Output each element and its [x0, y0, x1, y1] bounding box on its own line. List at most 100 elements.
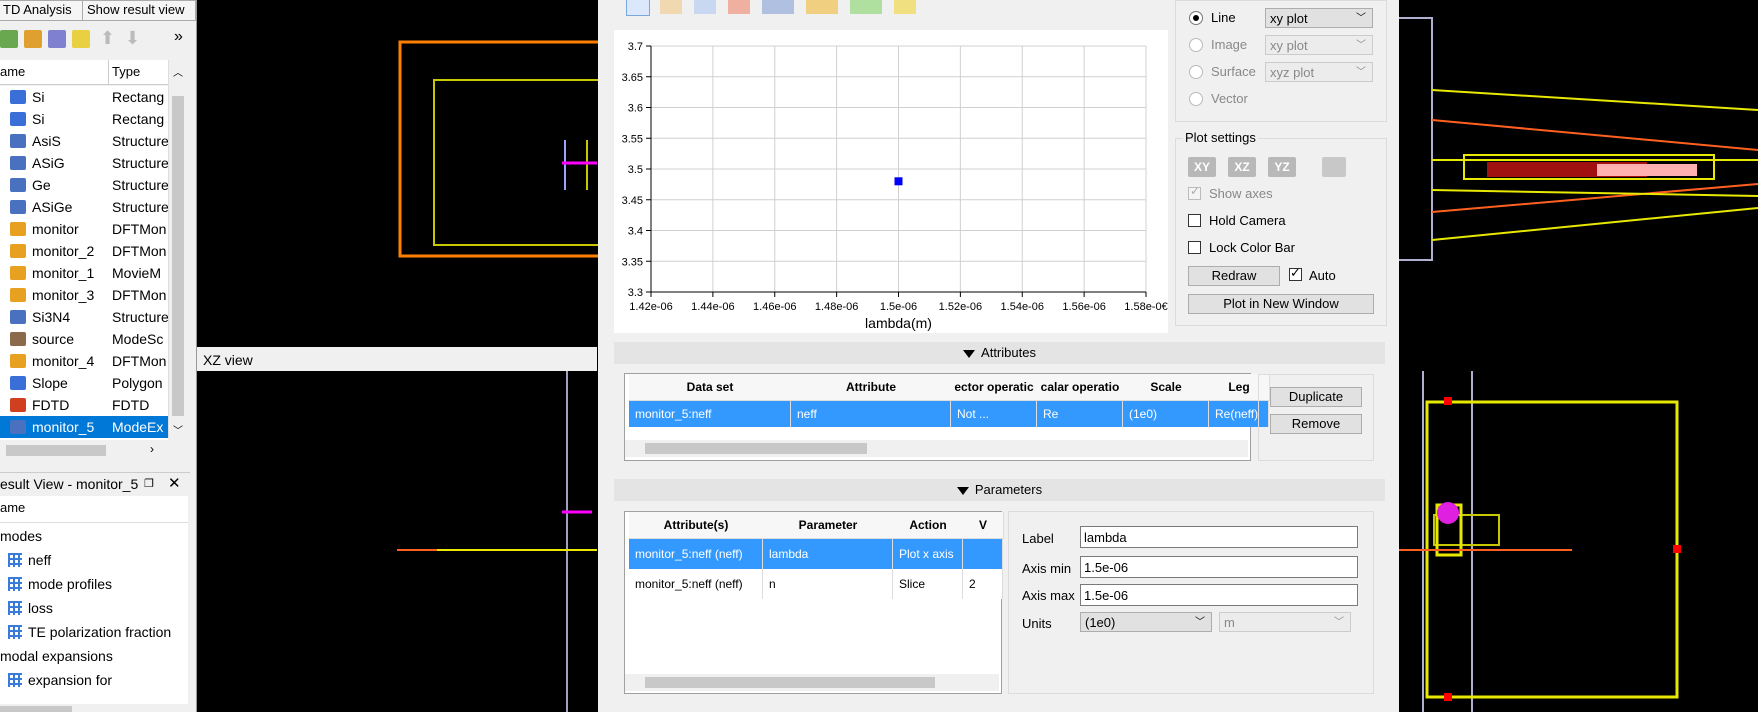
- add-monitor-icon[interactable]: [24, 30, 42, 48]
- attributes-column-header[interactable]: calar operatio: [1037, 374, 1124, 401]
- move-up-icon[interactable]: ⬆: [100, 28, 115, 49]
- attributes-column-header[interactable]: Data set: [629, 374, 792, 401]
- column-name-header[interactable]: ame: [0, 64, 25, 79]
- hold-camera-checkbox[interactable]: [1188, 214, 1201, 227]
- objects-grid-header: ame Type: [0, 60, 168, 85]
- object-row-monitor_2[interactable]: monitor_2 DFTMon: [0, 240, 168, 262]
- plot-type-combo[interactable]: xy plot ﹀: [1265, 35, 1373, 55]
- result-tree-item[interactable]: modes: [0, 524, 188, 548]
- attributes-table[interactable]: Data set Attribute ector operatic calar ope…: [624, 373, 1270, 461]
- export-png-icon[interactable]: [762, 0, 794, 14]
- object-row-monitor_4[interactable]: monitor_4 DFTMon: [0, 350, 168, 372]
- parameters-column-header[interactable]: V: [963, 512, 1004, 539]
- result-tree-item[interactable]: mode profiles: [0, 572, 188, 596]
- plot-area[interactable]: 1.42e-06 1.44e-06 1.46e-06 1.48e-06 1.5e-06 1…: [614, 30, 1168, 333]
- plot-type-radio-surface[interactable]: [1189, 65, 1203, 79]
- result-tree-item[interactable]: neff: [0, 548, 188, 572]
- object-row-Si[interactable]: Si Rectang: [0, 108, 168, 130]
- result-tree-item[interactable]: expansion for: [0, 668, 188, 692]
- add-structure-icon[interactable]: [0, 30, 18, 48]
- object-row-source[interactable]: source ModeSc: [0, 328, 168, 350]
- object-row-monitor_3[interactable]: monitor_3 DFTMon: [0, 284, 168, 306]
- object-name: AsiS: [32, 133, 61, 149]
- edit-pencil-icon[interactable]: [894, 0, 916, 14]
- object-row-monitor_1[interactable]: monitor_1 MovieM: [0, 262, 168, 284]
- attributes-column-header[interactable]: Scale: [1123, 374, 1210, 401]
- objects-horizontal-scrollbar[interactable]: ›: [0, 442, 168, 459]
- lock-color-bar-checkbox[interactable]: [1188, 241, 1201, 254]
- result-tree-item[interactable]: TE polarization fraction: [0, 620, 188, 644]
- result-tree-item[interactable]: loss: [0, 596, 188, 620]
- plot-in-new-window-button[interactable]: Plot in New Window: [1188, 294, 1374, 314]
- parameters-column-header[interactable]: Attribute(s): [629, 512, 764, 539]
- toolbar-more-icon[interactable]: »: [174, 28, 183, 46]
- select-icon[interactable]: [694, 0, 716, 14]
- scroll-thumb[interactable]: [172, 96, 184, 416]
- view-xz-button[interactable]: XZ: [1228, 157, 1256, 177]
- view-yz-button[interactable]: YZ: [1268, 157, 1296, 177]
- object-row-ASiG[interactable]: ASiG Structure: [0, 152, 168, 174]
- auto-checkbox[interactable]: ✓: [1289, 265, 1302, 281]
- scroll-down-icon[interactable]: ﹀: [173, 422, 183, 437]
- show-axes-checkbox[interactable]: ✓: [1188, 184, 1201, 200]
- plot-type-combo[interactable]: xyz plot ﹀: [1265, 62, 1373, 82]
- tab-show-result-view[interactable]: Show result view: [82, 0, 196, 21]
- parameters-column-header[interactable]: Parameter: [763, 512, 894, 539]
- object-row-Si3N4[interactable]: Si3N4 Structure: [0, 306, 168, 328]
- add-mesh-icon[interactable]: [48, 30, 66, 48]
- attributes-column-header[interactable]: Attribute: [791, 374, 952, 401]
- object-row-ASiGe[interactable]: ASiGe Structure: [0, 196, 168, 218]
- parameters-table[interactable]: Attribute(s) Parameter Action Vmonitor_5:ne…: [624, 511, 1004, 694]
- remove-button[interactable]: Remove: [1270, 414, 1362, 434]
- zoom-extents-icon[interactable]: [728, 0, 750, 14]
- pan-icon[interactable]: [660, 0, 682, 14]
- plot-type-radio-line[interactable]: [1189, 11, 1203, 25]
- plot-type-radio-vector[interactable]: [1189, 92, 1203, 106]
- result-tree-header[interactable]: ame: [0, 500, 25, 515]
- marker-tool-icon[interactable]: [806, 0, 838, 14]
- attributes-horizontal-scrollbar[interactable]: [625, 440, 1248, 457]
- units-scale-combo[interactable]: (1e0) ﹀: [1080, 612, 1212, 632]
- scroll-right-icon[interactable]: ›: [150, 442, 154, 456]
- move-down-icon[interactable]: ⬇: [125, 28, 140, 49]
- view-xy-button[interactable]: XY: [1188, 157, 1216, 177]
- units-unit-combo[interactable]: m ﹀: [1219, 612, 1351, 632]
- object-row-AsiS[interactable]: AsiS Structure: [0, 130, 168, 152]
- object-row-Ge[interactable]: Ge Structure: [0, 174, 168, 196]
- collapse-triangle-icon: [956, 486, 969, 495]
- axis-max-input[interactable]: 1.5e-06: [1080, 584, 1358, 606]
- object-row-FDTD[interactable]: FDTD FDTD: [0, 394, 168, 416]
- plot-type-radio-image[interactable]: [1189, 38, 1203, 52]
- column-type-header[interactable]: Type: [112, 64, 140, 79]
- redraw-button[interactable]: Redraw: [1188, 266, 1280, 286]
- neff-chart[interactable]: 1.42e-06 1.44e-06 1.46e-06 1.48e-06 1.5e-06 1…: [614, 30, 1168, 333]
- zoom-icon[interactable]: [626, 0, 650, 16]
- parameters-column-header[interactable]: Action: [893, 512, 964, 539]
- scroll-up-icon[interactable]: ︿: [173, 64, 183, 79]
- add-source-icon[interactable]: [72, 30, 90, 48]
- attributes-section-header[interactable]: Attributes: [614, 342, 1385, 364]
- measure-tool-icon[interactable]: [850, 0, 882, 14]
- data-point[interactable]: [894, 177, 903, 186]
- plot-toolbar: [626, 0, 936, 18]
- close-icon[interactable]: ✕: [168, 473, 181, 495]
- axis-min-input[interactable]: 1.5e-06: [1080, 556, 1358, 578]
- label-input[interactable]: lambda: [1080, 526, 1358, 548]
- object-row-monitor_5[interactable]: monitor_5 ModeEx: [0, 416, 168, 438]
- duplicate-button[interactable]: Duplicate: [1270, 387, 1362, 407]
- object-row-Slope[interactable]: Slope Polygon: [0, 372, 168, 394]
- parameters-horizontal-scrollbar[interactable]: [625, 674, 999, 691]
- parameters-section-header[interactable]: Parameters: [614, 479, 1385, 501]
- tab-analysis[interactable]: TD Analysis: [0, 0, 86, 21]
- objects-vertical-scrollbar[interactable]: ︿ ﹀: [168, 60, 187, 438]
- undock-icon[interactable]: ❐: [144, 473, 154, 495]
- result-horizontal-scrollbar[interactable]: [0, 704, 188, 712]
- object-row-monitor[interactable]: monitor DFTMon: [0, 218, 168, 240]
- result-tree-item[interactable]: modal expansions: [0, 644, 188, 668]
- object-row-Si[interactable]: Si Rectang: [0, 86, 168, 108]
- plot-type-combo[interactable]: xy plot ﹀: [1265, 8, 1373, 28]
- chevron-down-icon: ﹀: [1356, 40, 1366, 51]
- result-tree-label: neff: [28, 552, 52, 568]
- attributes-column-header[interactable]: ector operatic: [951, 374, 1038, 401]
- lock-view-icon[interactable]: [1322, 157, 1346, 177]
